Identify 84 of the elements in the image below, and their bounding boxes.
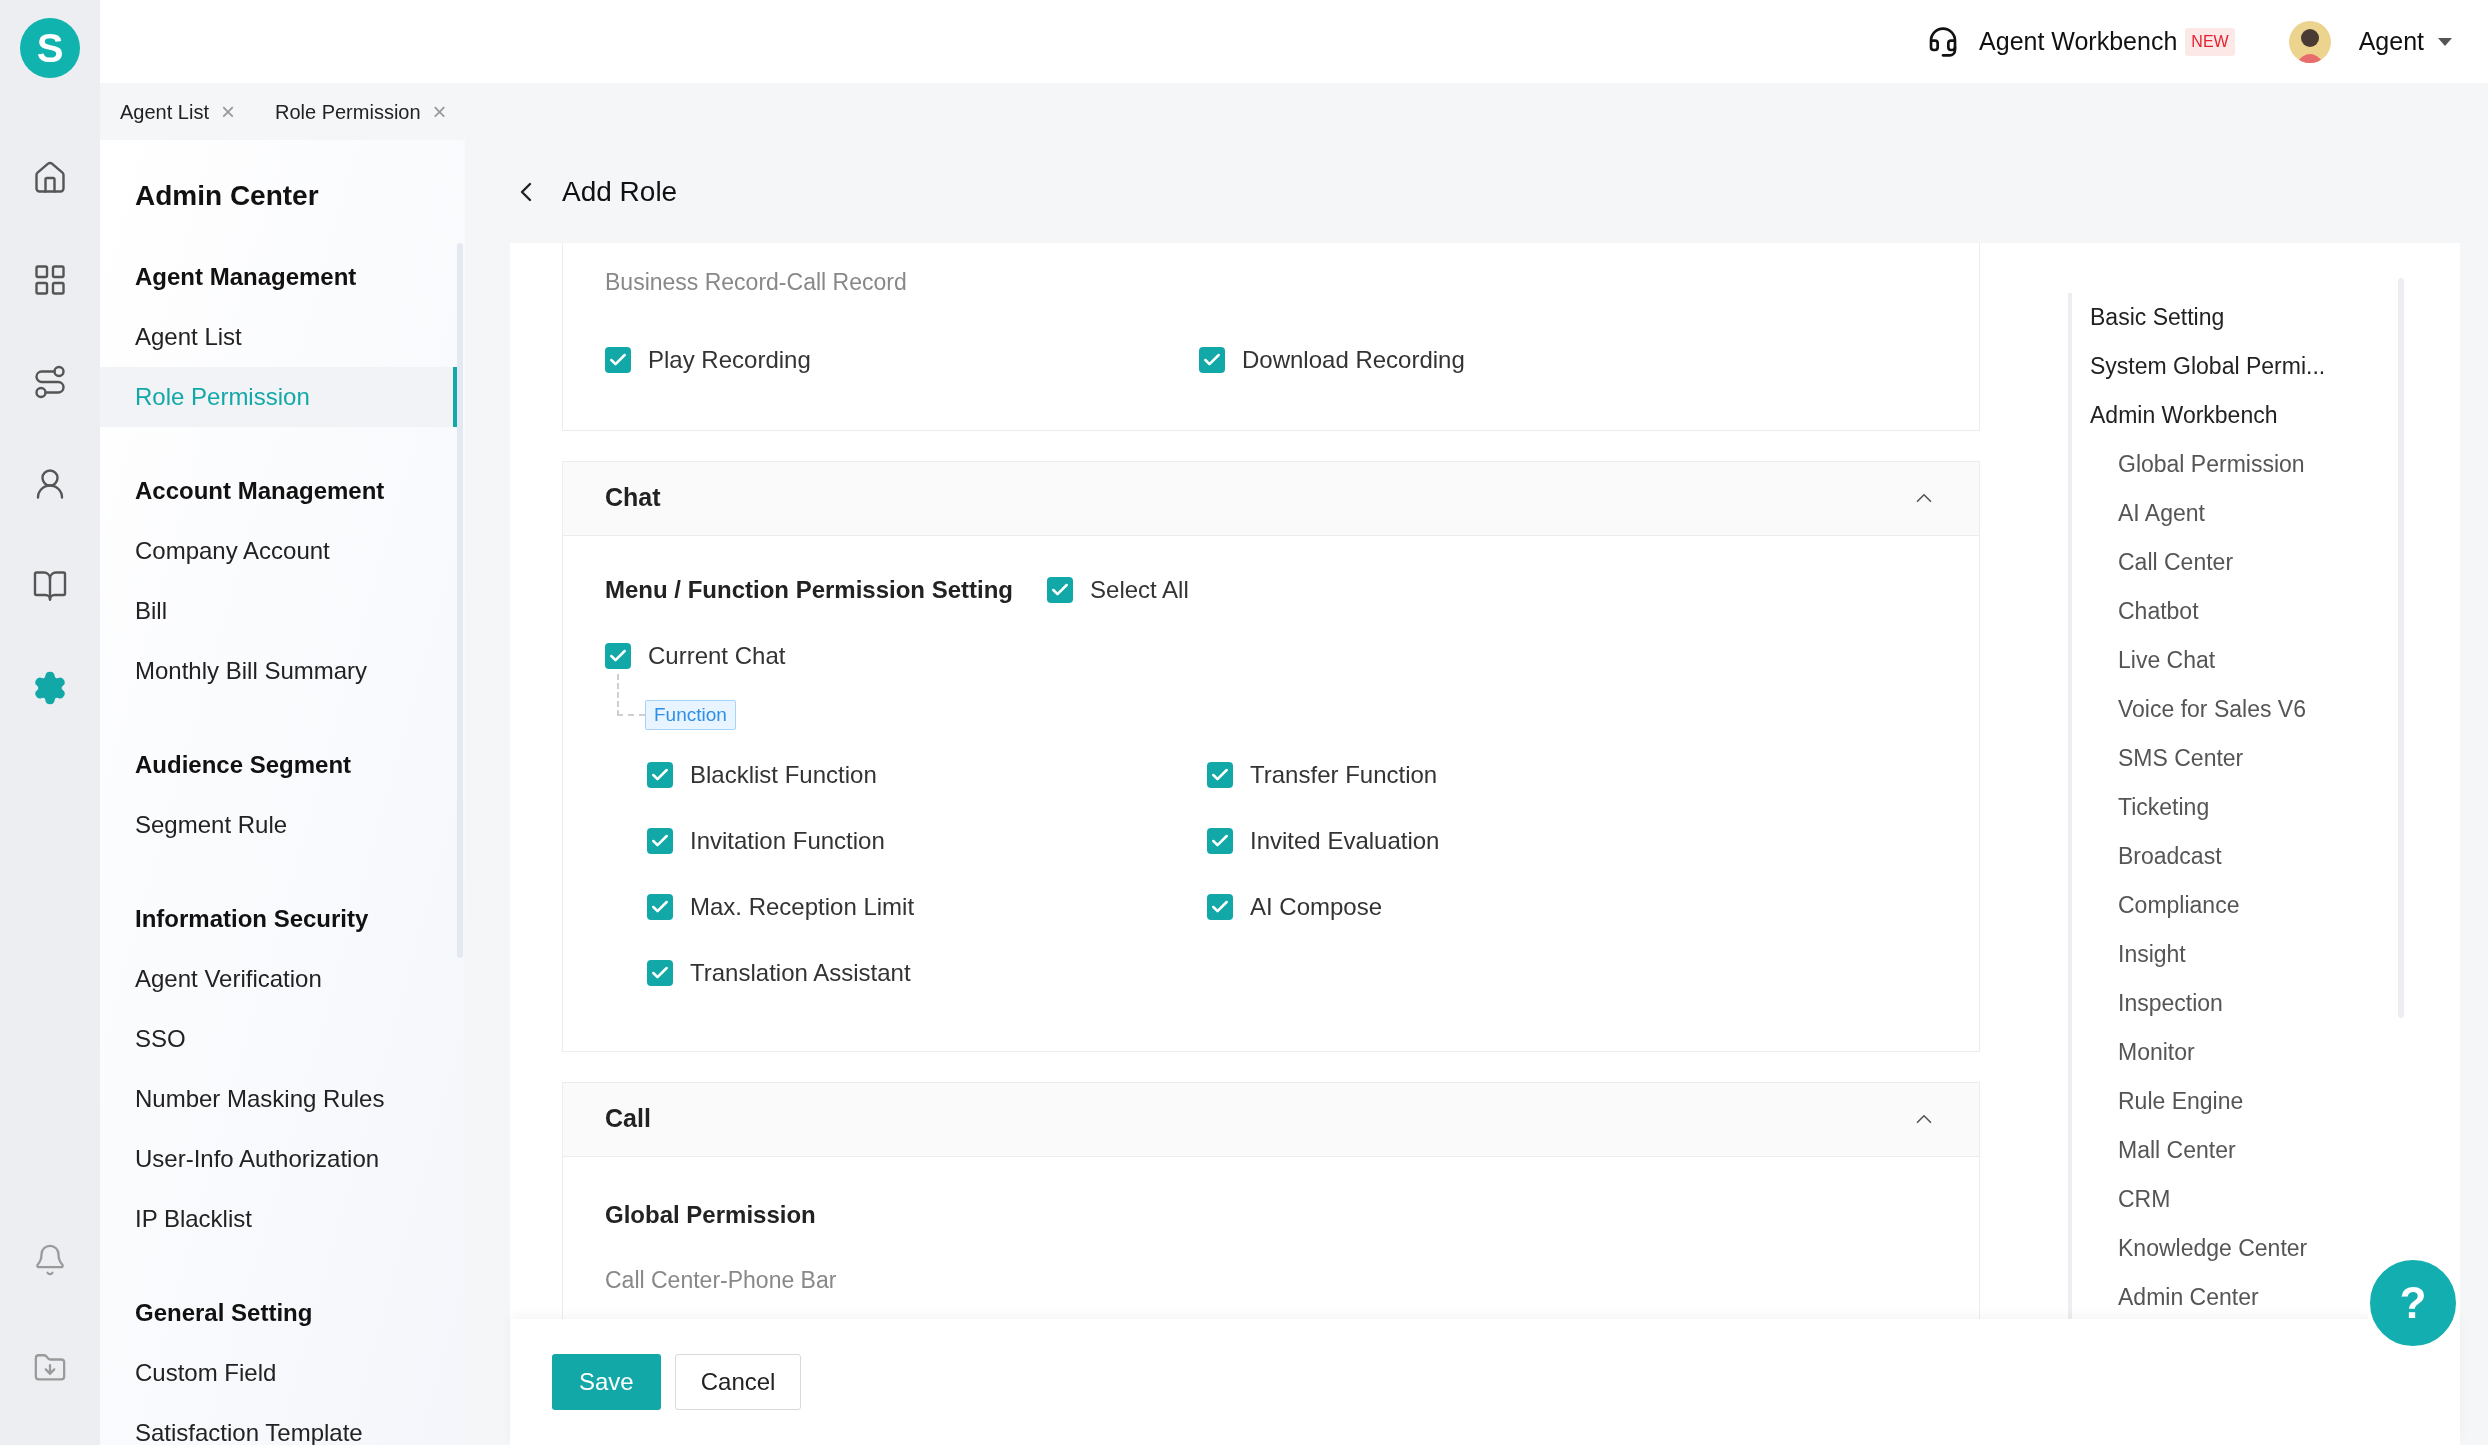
function-tag: Function (645, 699, 736, 730)
section-subtitle: Business Record-Call Record (605, 268, 908, 297)
page-tab[interactable]: Agent List × (120, 96, 235, 127)
sidebar-item[interactable]: Monthly Bill Summary (100, 641, 457, 701)
sidebar-item[interactable]: SSO (100, 1009, 457, 1069)
anchor-link[interactable]: CRM (2090, 1175, 2338, 1224)
bell-icon[interactable] (33, 1243, 67, 1277)
anchor-link[interactable]: Broadcast (2090, 832, 2338, 881)
checkbox-square[interactable] (1047, 576, 1074, 603)
user-name[interactable]: Agent (2358, 22, 2424, 61)
checkbox[interactable]: Max. Reception Limit (647, 888, 1207, 925)
checkbox[interactable]: Invitation Function (647, 822, 1207, 859)
anchor-link[interactable]: SMS Center (2090, 734, 2338, 783)
page-title: Add Role (562, 174, 678, 209)
checkbox[interactable]: Translation Assistant (647, 954, 1207, 991)
sidebar-item[interactable]: Segment Rule (100, 795, 457, 855)
sidebar-group-title: Information Security (134, 904, 370, 934)
new-badge: NEW (2185, 27, 2235, 56)
sidebar-item[interactable]: User-Info Authorization (100, 1129, 457, 1189)
checkbox[interactable]: Select All (1047, 571, 1189, 608)
checkbox[interactable]: Current Chat (605, 637, 1937, 674)
checkbox[interactable]: AI Compose (1207, 888, 1767, 925)
sidebar-item[interactable]: IP Blacklist (100, 1189, 457, 1249)
checkbox-square[interactable] (605, 346, 631, 373)
anchor-link[interactable]: System Global Permi... (2090, 342, 2338, 391)
anchor-link[interactable]: Ticketing (2090, 783, 2338, 832)
anchor-link[interactable]: Compliance (2090, 881, 2338, 930)
sidebar-item[interactable]: Bill (100, 581, 457, 641)
section-title: Call (605, 1103, 651, 1135)
cancel-button[interactable]: Cancel (674, 1354, 802, 1410)
anchor-link[interactable]: Knowledge Center (2090, 1224, 2338, 1273)
workbench-link[interactable]: Agent Workbench (1979, 22, 2178, 61)
permission-heading: Global Permission (605, 1199, 817, 1230)
checkbox-square[interactable] (1199, 346, 1225, 373)
caret-icon[interactable] (2438, 37, 2452, 46)
setting-label: Menu / Function Permission Setting (605, 574, 1014, 605)
checkbox-square[interactable] (647, 959, 673, 986)
avatar[interactable] (2288, 20, 2331, 63)
anchor-link[interactable]: Chatbot (2090, 587, 2338, 636)
checkbox[interactable]: Play Recording (605, 341, 1199, 378)
section-title: Chat (605, 482, 661, 514)
scrollbar[interactable] (457, 243, 463, 958)
checkbox-square[interactable] (1207, 893, 1233, 920)
sidebar-item[interactable]: Agent Verification (100, 949, 457, 1009)
sidebar-item[interactable]: Custom Field (100, 1343, 457, 1403)
section-header[interactable]: Chat (563, 461, 1979, 536)
checkbox[interactable]: Invited Evaluation (1207, 822, 1767, 859)
checkbox-square[interactable] (1207, 761, 1233, 788)
anchor-link[interactable]: Insight (2090, 930, 2338, 979)
checkbox-square[interactable] (647, 893, 673, 920)
checkbox-square[interactable] (605, 642, 631, 669)
book-icon[interactable] (32, 568, 68, 604)
anchor-link[interactable]: Basic Setting (2090, 293, 2338, 342)
sidebar-item[interactable]: Company Account (100, 521, 457, 581)
anchor-link[interactable]: Admin Workbench (2090, 391, 2338, 440)
section-header[interactable]: Call (563, 1082, 1979, 1157)
anchor-link[interactable]: Rule Engine (2090, 1077, 2338, 1126)
house-icon[interactable] (32, 160, 68, 196)
anchor-link[interactable]: Global Permission (2090, 440, 2338, 489)
sidebar-item[interactable]: Agent List (100, 307, 457, 367)
checkbox-square[interactable] (1207, 827, 1233, 854)
section-subtitle: Call Center-Phone Bar (605, 1265, 838, 1295)
sidebar-title: Admin Center (134, 179, 320, 213)
anchor-link[interactable]: Live Chat (2090, 636, 2338, 685)
anchor-link[interactable]: Monitor (2090, 1028, 2338, 1077)
grid-icon[interactable] (32, 262, 68, 298)
anchor-link[interactable]: AI Agent (2090, 489, 2338, 538)
sidebar-item[interactable]: Number Masking Rules (100, 1069, 457, 1129)
page-tab[interactable]: Role Permission × (274, 96, 447, 127)
sidebar-group-title: Audience Segment (134, 750, 353, 780)
anchor-link[interactable]: Mall Center (2090, 1126, 2338, 1175)
sidebar-group-title: Account Management (134, 476, 386, 506)
route-icon[interactable] (32, 364, 68, 400)
sidebar-group-title: General Setting (134, 1298, 314, 1328)
anchor-link[interactable]: Admin Center (2090, 1273, 2338, 1319)
checkbox[interactable]: Download Recording (1199, 341, 1793, 378)
checkbox[interactable]: Transfer Function (1207, 756, 1767, 793)
anchor-link[interactable]: Call Center (2090, 538, 2338, 587)
sidebar-group-title: Agent Management (134, 262, 358, 292)
anchor-link[interactable]: Inspection (2090, 979, 2338, 1028)
checkbox-square[interactable] (647, 827, 673, 854)
anchor-link[interactable]: Voice for Sales V6 (2090, 685, 2338, 734)
checkbox-square[interactable] (647, 761, 673, 788)
checkbox[interactable]: Blacklist Function (647, 756, 1207, 793)
